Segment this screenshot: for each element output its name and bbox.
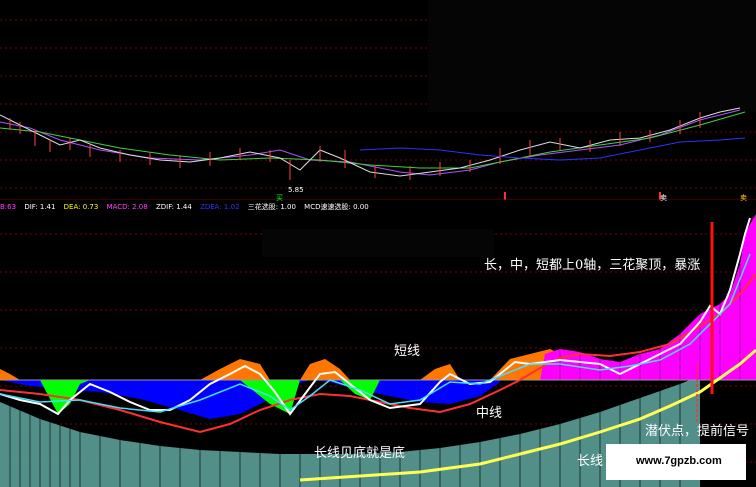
indicator-macd: MACD: 2.08: [106, 203, 148, 211]
watermark-text: www.7gpzb.com: [636, 455, 722, 467]
indicator-zdif: ZDIF: 1.44: [155, 203, 192, 211]
long-bottom-label: 长线见底就是底: [314, 446, 406, 461]
short-line-label: 短线: [394, 344, 421, 359]
mid-line-label: 中线: [476, 406, 503, 421]
signal-ticks: [504, 192, 661, 200]
indicator-first-value: B:63: [0, 203, 17, 211]
indicator-zdea: ZDEA: 1.02: [200, 203, 240, 211]
candlesticks: [9, 112, 701, 180]
headline-annotation: 长，中，短都上0轴，三花聚顶，暴涨: [484, 258, 701, 273]
price-low-label: 5.85: [288, 186, 304, 194]
indicator-mcd: MCD速速选股: 0.00: [304, 203, 369, 211]
indicator-dif: DIF: 1.41: [24, 203, 56, 211]
watermark-box: www.7gpzb.com: [606, 444, 746, 480]
top-right-mask: [428, 0, 756, 112]
indicator-header: B:63 DIF: 1.41 DEA: 0.73 MACD: 2.08 ZDIF…: [0, 200, 756, 214]
latent-point-label: 潜伏点，提前信号: [645, 424, 750, 439]
ma-line-blue: [359, 137, 746, 161]
long-line-label: 长线: [577, 454, 604, 469]
indicator-dea: DEA: 0.73: [63, 203, 99, 211]
indicator-sanhua: 三花选股: 1.00: [247, 203, 296, 211]
redaction-box: [262, 229, 494, 257]
price-chart-panel: [0, 0, 756, 200]
